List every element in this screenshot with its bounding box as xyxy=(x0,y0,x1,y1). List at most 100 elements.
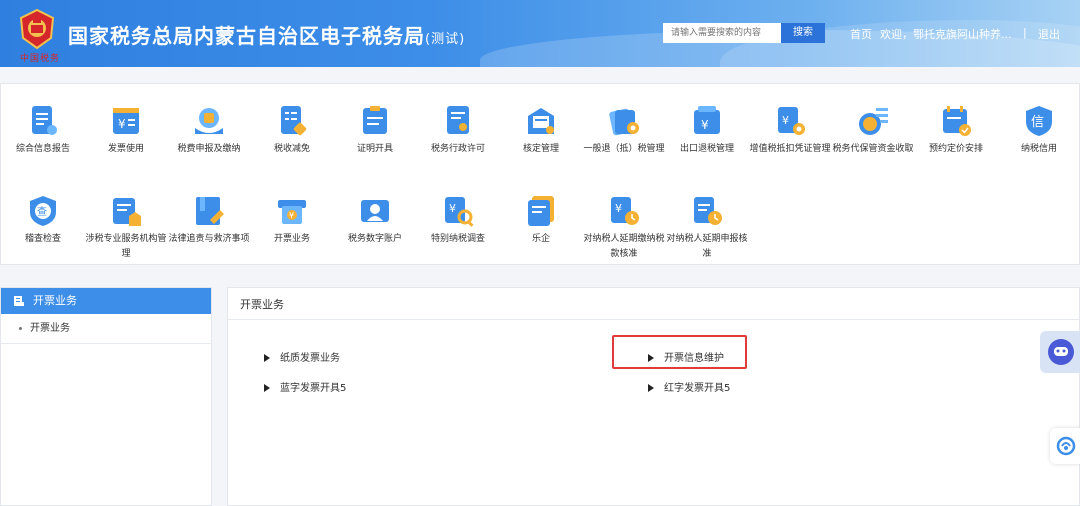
sidebar-header[interactable]: 开票业务 xyxy=(1,288,211,314)
sidebar-header-label: 开票业务 xyxy=(33,294,77,307)
tile-label: 税务代保管资金收取 xyxy=(832,144,914,154)
svg-text:¥: ¥ xyxy=(449,202,456,215)
svg-text:¥: ¥ xyxy=(701,118,709,132)
site-title: 国家税务总局内蒙古自治区电子税务局(测试) xyxy=(68,24,466,48)
triangle-right-icon xyxy=(264,354,270,362)
search-button[interactable]: 搜索 xyxy=(781,23,825,43)
custody-fund-icon xyxy=(859,108,888,135)
link-paper-invoice[interactable]: 纸质发票业务 xyxy=(264,349,340,364)
tile-label: 发票使用 xyxy=(107,144,144,154)
tile-label: 纳税信用 xyxy=(1020,144,1057,154)
service-agency-icon xyxy=(113,198,141,226)
search-input[interactable] xyxy=(663,23,781,43)
svg-text:¥: ¥ xyxy=(289,211,294,220)
tile-label: 稽查检查 xyxy=(24,234,61,244)
tax-payment-icon xyxy=(195,108,223,134)
chatbot-icon xyxy=(1048,339,1074,365)
tile-deferred-payment[interactable]: ¥ 对纳税人延期缴纳税款核准 xyxy=(582,194,666,262)
deferred-filing-icon xyxy=(694,197,722,225)
tile-label: 税务行政许可 xyxy=(430,144,485,154)
tax-emblem-icon xyxy=(19,8,55,50)
invoicing-icon: ¥ xyxy=(278,200,306,224)
tile-vat-deduction[interactable]: ¥ 增值税抵扣凭证管理 xyxy=(748,104,832,157)
tile-label: 法律追责与救济事项 xyxy=(168,234,250,244)
service-grid: 综合信息报告 ¥ 发票使用 税费申报及缴纳 税收减免 证明开具 税务行政许可 核… xyxy=(0,83,1080,265)
link-red-invoice[interactable]: 红字发票开具5 xyxy=(648,379,730,394)
tile-label: 乐企 xyxy=(531,234,550,244)
tile-digital-account[interactable]: 税务数字账户 xyxy=(333,194,417,247)
tile-label: 开票业务 xyxy=(273,234,310,244)
tile-advance-pricing[interactable]: 预约定价安排 xyxy=(914,104,998,157)
tile-label: 一般退（抵）税管理 xyxy=(583,144,665,154)
tile-label: 对纳税人延期缴纳税款核准 xyxy=(583,234,665,259)
help-widget-button[interactable] xyxy=(1050,428,1080,464)
panel-title: 开票业务 xyxy=(228,288,1079,320)
tile-label: 税费申报及缴纳 xyxy=(177,144,241,154)
vat-deduction-icon: ¥ xyxy=(778,107,805,135)
tile-certificate[interactable]: 证明开具 xyxy=(333,104,417,157)
svg-text:信: 信 xyxy=(1031,115,1044,130)
welcome-user-text: 欢迎，鄂托克旗阿山种养... xyxy=(880,28,1012,41)
svg-text:¥: ¥ xyxy=(118,117,126,131)
home-link[interactable]: 首页 xyxy=(850,26,872,42)
verify-icon xyxy=(528,108,554,134)
tile-label: 出口退税管理 xyxy=(679,144,734,154)
tile-legal-remedy[interactable]: 法律追责与救济事项 xyxy=(167,194,251,247)
tile-admin-license[interactable]: 税务行政许可 xyxy=(416,104,500,157)
tile-invoicing[interactable]: ¥ 开票业务 xyxy=(250,194,334,247)
tile-label: 特别纳税调查 xyxy=(430,234,485,244)
credit-icon: 信 xyxy=(1026,106,1052,136)
invoice-icon: ¥ xyxy=(113,108,139,134)
tile-label: 证明开具 xyxy=(356,144,393,154)
pricing-calendar-icon xyxy=(943,106,971,136)
tile-tax-reduction[interactable]: 税收减免 xyxy=(250,104,334,157)
sidebar-item-invoicing[interactable]: 开票业务 xyxy=(1,314,211,344)
tile-comprehensive-report[interactable]: 综合信息报告 xyxy=(1,104,85,157)
highlight-box xyxy=(612,335,747,369)
svg-text:¥: ¥ xyxy=(782,114,789,127)
report-icon xyxy=(32,106,57,135)
tax-reduction-icon xyxy=(281,106,307,136)
tile-custody-fund[interactable]: 税务代保管资金收取 xyxy=(831,104,915,157)
logout-link[interactable]: 退出 xyxy=(1038,26,1060,42)
tile-service-agency[interactable]: 涉税专业服务机构管理 xyxy=(84,194,168,262)
sidebar-item-label: 开票业务 xyxy=(30,323,70,334)
tile-export-refund[interactable]: ¥ 出口退税管理 xyxy=(665,104,749,157)
enterprise-icon xyxy=(528,196,554,226)
header-separator: | xyxy=(1023,26,1027,39)
main-panel: 开票业务 纸质发票业务 开票信息维护 蓝字发票开具5 红字发票开具5 xyxy=(227,287,1080,506)
bullet-icon xyxy=(19,326,22,330)
svg-text:查: 查 xyxy=(37,205,47,218)
digital-account-icon xyxy=(361,200,389,222)
chat-assistant-button[interactable] xyxy=(1040,331,1080,373)
tile-label: 税务数字账户 xyxy=(347,234,402,244)
emblem-caption: 中国税务 xyxy=(20,54,61,64)
tile-label: 涉税专业服务机构管理 xyxy=(85,234,167,259)
link-blue-invoice[interactable]: 蓝字发票开具5 xyxy=(264,379,346,394)
support-icon xyxy=(1056,436,1076,456)
inspection-icon: 查 xyxy=(30,196,56,226)
special-investigation-icon: ¥ xyxy=(445,197,474,227)
svg-text:¥: ¥ xyxy=(615,202,622,215)
license-icon xyxy=(447,106,469,134)
tile-special-investigation[interactable]: ¥ 特别纳税调查 xyxy=(416,194,500,247)
certificate-icon xyxy=(363,106,387,134)
export-refund-icon: ¥ xyxy=(694,106,720,134)
tile-deferred-filing[interactable]: 对纳税人延期申报核准 xyxy=(665,194,749,262)
tile-invoice-use[interactable]: ¥ 发票使用 xyxy=(84,104,168,157)
tile-verify-management[interactable]: 核定管理 xyxy=(499,104,583,157)
legal-icon xyxy=(196,197,224,225)
tile-tax-declaration[interactable]: 税费申报及缴纳 xyxy=(167,104,251,157)
tile-tax-credit[interactable]: 信 纳税信用 xyxy=(997,104,1080,157)
menu-doc-icon xyxy=(14,296,24,306)
tile-label: 核定管理 xyxy=(522,144,559,154)
triangle-right-icon xyxy=(648,384,654,392)
tile-label: 对纳税人延期申报核准 xyxy=(666,234,748,259)
tile-label: 增值税抵扣凭证管理 xyxy=(749,144,831,154)
tile-enterprise[interactable]: 乐企 xyxy=(499,194,583,247)
title-suffix: (测试) xyxy=(425,32,466,47)
tile-general-refund[interactable]: 一般退（抵）税管理 xyxy=(582,104,666,157)
tile-inspection[interactable]: 查 稽查检查 xyxy=(1,194,85,247)
tile-label: 税收减免 xyxy=(273,144,310,154)
tile-label: 综合信息报告 xyxy=(15,144,70,154)
